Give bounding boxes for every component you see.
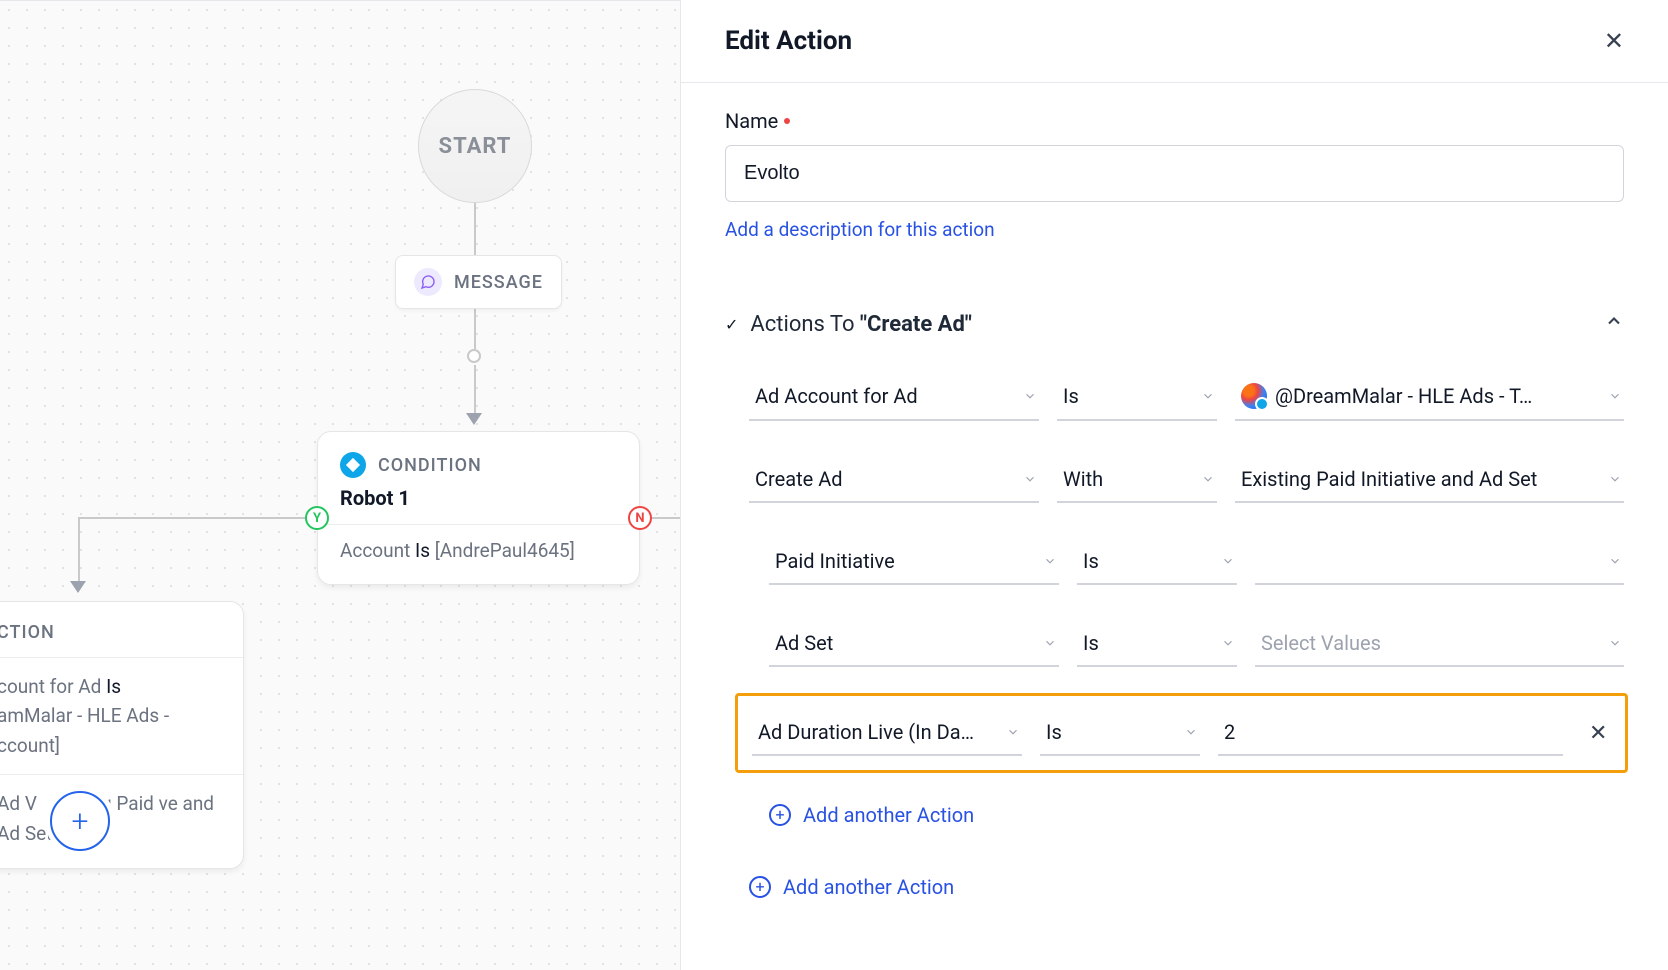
operator-select[interactable]: Is — [1077, 539, 1237, 585]
panel-title: Edit Action — [725, 26, 852, 56]
collapse-icon[interactable] — [1604, 311, 1624, 337]
condition-type-label: CONDITION — [378, 455, 482, 476]
start-node[interactable]: START — [418, 89, 532, 203]
chevron-down-icon — [1023, 384, 1037, 408]
chevron-down-icon — [1221, 549, 1235, 573]
field-create-ad[interactable]: Create Ad — [749, 457, 1039, 503]
operator-select[interactable]: Is — [1057, 373, 1217, 421]
action-line: Ad V xisting Paid ve and Ad Set] — [0, 789, 221, 848]
connector — [474, 201, 476, 255]
start-label: START — [439, 134, 512, 159]
check-icon: ✓ — [725, 315, 738, 334]
connector — [78, 517, 306, 519]
value-select[interactable]: Select Values — [1255, 621, 1624, 667]
plus-icon: + — [72, 804, 89, 839]
operator-select[interactable]: Is — [1077, 621, 1237, 667]
chevron-down-icon — [1043, 549, 1057, 573]
value-account-select[interactable]: @DreamMalar - HLE Ads - T… — [1235, 373, 1624, 421]
chevron-down-icon — [1201, 467, 1215, 491]
connector — [78, 517, 80, 581]
add-outer-action-link[interactable]: + Add another Action — [725, 875, 1624, 899]
action-line: count for Ad Is — [0, 672, 221, 701]
field-ad-duration[interactable]: Ad Duration Live (In Da… — [752, 710, 1022, 756]
field-ad-set[interactable]: Ad Set — [769, 621, 1059, 667]
action-line: amMalar - HLE Ads - ccount] — [0, 701, 221, 760]
action-node[interactable]: CTION count for Ad Is amMalar - HLE Ads … — [0, 601, 244, 869]
actions-section-header[interactable]: ✓ Actions To "Create Ad" — [725, 311, 1624, 337]
message-label: MESSAGE — [454, 272, 543, 293]
name-field-label: Name — [725, 109, 1624, 133]
workflow-canvas[interactable]: START MESSAGE Y N CONDITION Robot 1 Acco… — [0, 0, 680, 970]
message-node[interactable]: MESSAGE — [395, 255, 562, 309]
close-icon[interactable]: ✕ — [1604, 27, 1624, 55]
chevron-down-icon — [1023, 467, 1037, 491]
plus-circle-icon: + — [769, 804, 791, 826]
action-type-label: CTION — [0, 622, 221, 643]
chevron-down-icon — [1221, 631, 1235, 655]
branch-no[interactable]: N — [628, 506, 652, 530]
condition-icon — [340, 452, 366, 478]
chevron-down-icon — [1043, 631, 1057, 655]
value-select[interactable] — [1255, 539, 1624, 585]
connector — [652, 517, 680, 519]
operator-select[interactable]: With — [1057, 457, 1217, 503]
arrow-down-icon — [70, 581, 86, 593]
chevron-down-icon — [1201, 384, 1215, 408]
value-input[interactable]: 2 — [1218, 710, 1563, 756]
field-ad-account[interactable]: Ad Account for Ad — [749, 373, 1039, 421]
value-select[interactable]: Existing Paid Initiative and Ad Set — [1235, 457, 1624, 503]
remove-row-button[interactable]: ✕ — [1589, 710, 1611, 756]
chevron-down-icon — [1006, 720, 1020, 744]
condition-title: Robot 1 — [340, 486, 617, 510]
message-icon — [414, 268, 442, 296]
condition-node[interactable]: Y N CONDITION Robot 1 Account Is [AndreP… — [317, 431, 640, 585]
chevron-down-icon — [1184, 720, 1198, 744]
field-paid-initiative[interactable]: Paid Initiative — [769, 539, 1059, 585]
chevron-down-icon — [1608, 384, 1622, 408]
account-avatar — [1241, 383, 1267, 409]
connector-dot — [467, 349, 481, 363]
highlighted-row: Ad Duration Live (In Da… Is 2 ✕ — [735, 693, 1628, 773]
condition-description: Account Is [AndrePaul4645] — [340, 539, 617, 562]
chevron-down-icon — [1608, 549, 1622, 573]
connector — [474, 303, 476, 349]
required-indicator — [784, 118, 790, 124]
plus-circle-icon: + — [749, 876, 771, 898]
branch-yes[interactable]: Y — [305, 506, 329, 530]
connector — [474, 365, 476, 413]
arrow-down-icon — [466, 413, 482, 425]
edit-action-panel: Edit Action ✕ Name Add a description for… — [680, 0, 1668, 970]
chevron-down-icon — [1608, 467, 1622, 491]
chevron-down-icon — [1608, 631, 1622, 655]
name-input[interactable] — [725, 145, 1624, 202]
operator-select[interactable]: Is — [1040, 710, 1200, 756]
add-inner-action-link[interactable]: + Add another Action — [725, 803, 1624, 827]
add-description-link[interactable]: Add a description for this action — [725, 218, 995, 241]
add-node-button[interactable]: + — [50, 791, 110, 851]
